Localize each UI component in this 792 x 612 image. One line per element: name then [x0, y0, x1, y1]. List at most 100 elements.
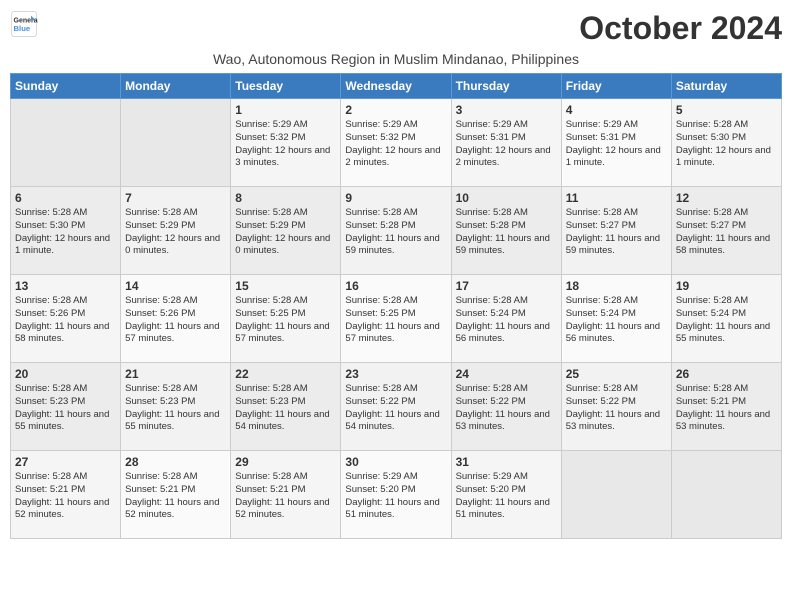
calendar-cell: 11Sunrise: 5:28 AM Sunset: 5:27 PM Dayli…	[561, 187, 671, 275]
day-number: 9	[345, 191, 446, 205]
day-number: 31	[456, 455, 557, 469]
day-number: 25	[566, 367, 667, 381]
weekday-header-sunday: Sunday	[11, 74, 121, 99]
day-info: Sunrise: 5:28 AM Sunset: 5:29 PM Dayligh…	[235, 207, 336, 258]
day-info: Sunrise: 5:29 AM Sunset: 5:20 PM Dayligh…	[345, 471, 446, 522]
calendar-cell: 19Sunrise: 5:28 AM Sunset: 5:24 PM Dayli…	[671, 275, 781, 363]
calendar-cell: 3 Sunrise: 5:29 AM Sunset: 5:31 PM Daylig…	[451, 99, 561, 187]
day-number: 13	[15, 279, 116, 293]
calendar-cell: 10Sunrise: 5:28 AM Sunset: 5:28 PM Dayli…	[451, 187, 561, 275]
calendar-week-4: 20 Sunrise: 5:28 AM Sunset: 5:23 PM Dayli…	[11, 363, 782, 451]
calendar-cell: 28 Sunrise: 5:28 AM Sunset: 5:21 PM Dayli…	[121, 451, 231, 539]
weekday-header-saturday: Saturday	[671, 74, 781, 99]
day-number: 7	[125, 191, 226, 205]
day-info: Sunrise: 5:29 AM Sunset: 5:31 PM Dayligh…	[566, 119, 667, 170]
day-number: 26	[676, 367, 777, 381]
day-number: 22	[235, 367, 336, 381]
calendar-cell: 6Sunrise: 5:28 AM Sunset: 5:30 PM Daylig…	[11, 187, 121, 275]
calendar-cell: 31 Sunrise: 5:29 AM Sunset: 5:20 PM Dayli…	[451, 451, 561, 539]
day-number: 5	[676, 103, 777, 117]
calendar-cell: 26 Sunrise: 5:28 AM Sunset: 5:21 PM Dayli…	[671, 363, 781, 451]
calendar-cell: 7 Sunrise: 5:28 AM Sunset: 5:29 PM Daylig…	[121, 187, 231, 275]
calendar-cell: 25 Sunrise: 5:28 AM Sunset: 5:22 PM Dayli…	[561, 363, 671, 451]
weekday-header-row: SundayMondayTuesdayWednesdayThursdayFrid…	[11, 74, 782, 99]
day-number: 14	[125, 279, 226, 293]
day-number: 10	[456, 191, 557, 205]
day-info: Sunrise: 5:28 AM Sunset: 5:29 PM Dayligh…	[125, 207, 226, 258]
day-info: Sunrise: 5:28 AM Sunset: 5:21 PM Dayligh…	[15, 471, 116, 522]
calendar-cell: 21Sunrise: 5:28 AM Sunset: 5:23 PM Dayli…	[121, 363, 231, 451]
calendar-table: SundayMondayTuesdayWednesdayThursdayFrid…	[10, 73, 782, 539]
calendar-cell: 24Sunrise: 5:28 AM Sunset: 5:22 PM Dayli…	[451, 363, 561, 451]
calendar-week-3: 13 Sunrise: 5:28 AM Sunset: 5:26 PM Dayli…	[11, 275, 782, 363]
weekday-header-monday: Monday	[121, 74, 231, 99]
day-number: 28	[125, 455, 226, 469]
calendar-cell: 23 Sunrise: 5:28 AM Sunset: 5:22 PM Dayli…	[341, 363, 451, 451]
calendar-cell: 9 Sunrise: 5:28 AM Sunset: 5:28 PM Daylig…	[341, 187, 451, 275]
day-number: 20	[15, 367, 116, 381]
day-number: 15	[235, 279, 336, 293]
day-info: Sunrise: 5:28 AM Sunset: 5:23 PM Dayligh…	[235, 383, 336, 434]
day-number: 6	[15, 191, 116, 205]
calendar-cell: 20 Sunrise: 5:28 AM Sunset: 5:23 PM Dayli…	[11, 363, 121, 451]
calendar-cell	[671, 451, 781, 539]
svg-text:Blue: Blue	[14, 24, 31, 33]
calendar-cell	[11, 99, 121, 187]
month-title: October 2024	[579, 10, 782, 47]
day-number: 24	[456, 367, 557, 381]
day-number: 17	[456, 279, 557, 293]
weekday-header-thursday: Thursday	[451, 74, 561, 99]
day-info: Sunrise: 5:28 AM Sunset: 5:21 PM Dayligh…	[676, 383, 777, 434]
day-info: Sunrise: 5:28 AM Sunset: 5:21 PM Dayligh…	[125, 471, 226, 522]
calendar-cell: 30 Sunrise: 5:29 AM Sunset: 5:20 PM Dayli…	[341, 451, 451, 539]
day-info: Sunrise: 5:28 AM Sunset: 5:28 PM Dayligh…	[345, 207, 446, 258]
day-number: 12	[676, 191, 777, 205]
day-number: 3	[456, 103, 557, 117]
calendar-cell: 5 Sunrise: 5:28 AM Sunset: 5:30 PM Daylig…	[671, 99, 781, 187]
day-number: 16	[345, 279, 446, 293]
day-number: 8	[235, 191, 336, 205]
calendar-cell: 29 Sunrise: 5:28 AM Sunset: 5:21 PM Dayli…	[231, 451, 341, 539]
calendar-cell: 4Sunrise: 5:29 AM Sunset: 5:31 PM Daylig…	[561, 99, 671, 187]
day-number: 29	[235, 455, 336, 469]
day-number: 11	[566, 191, 667, 205]
day-info: Sunrise: 5:28 AM Sunset: 5:27 PM Dayligh…	[676, 207, 777, 258]
logo: General Blue	[10, 10, 42, 38]
day-number: 19	[676, 279, 777, 293]
day-number: 23	[345, 367, 446, 381]
calendar-cell: 15 Sunrise: 5:28 AM Sunset: 5:25 PM Dayli…	[231, 275, 341, 363]
calendar-cell: 1Sunrise: 5:29 AM Sunset: 5:32 PM Daylig…	[231, 99, 341, 187]
day-info: Sunrise: 5:28 AM Sunset: 5:22 PM Dayligh…	[566, 383, 667, 434]
day-number: 27	[15, 455, 116, 469]
calendar-cell	[561, 451, 671, 539]
day-number: 2	[345, 103, 446, 117]
calendar-subtitle: Wao, Autonomous Region in Muslim Mindana…	[10, 51, 782, 67]
day-info: Sunrise: 5:28 AM Sunset: 5:24 PM Dayligh…	[566, 295, 667, 346]
day-info: Sunrise: 5:28 AM Sunset: 5:23 PM Dayligh…	[15, 383, 116, 434]
calendar-week-5: 27 Sunrise: 5:28 AM Sunset: 5:21 PM Dayli…	[11, 451, 782, 539]
day-info: Sunrise: 5:28 AM Sunset: 5:22 PM Dayligh…	[345, 383, 446, 434]
day-info: Sunrise: 5:28 AM Sunset: 5:24 PM Dayligh…	[456, 295, 557, 346]
weekday-header-friday: Friday	[561, 74, 671, 99]
day-number: 30	[345, 455, 446, 469]
day-info: Sunrise: 5:28 AM Sunset: 5:25 PM Dayligh…	[345, 295, 446, 346]
day-info: Sunrise: 5:28 AM Sunset: 5:30 PM Dayligh…	[676, 119, 777, 170]
calendar-cell	[121, 99, 231, 187]
calendar-body: 1Sunrise: 5:29 AM Sunset: 5:32 PM Daylig…	[11, 99, 782, 539]
page-header: General Blue October 2024	[10, 10, 782, 47]
calendar-cell: 13 Sunrise: 5:28 AM Sunset: 5:26 PM Dayli…	[11, 275, 121, 363]
day-info: Sunrise: 5:28 AM Sunset: 5:25 PM Dayligh…	[235, 295, 336, 346]
weekday-header-wednesday: Wednesday	[341, 74, 451, 99]
calendar-cell: 8 Sunrise: 5:28 AM Sunset: 5:29 PM Daylig…	[231, 187, 341, 275]
day-info: Sunrise: 5:29 AM Sunset: 5:31 PM Dayligh…	[456, 119, 557, 170]
weekday-header-tuesday: Tuesday	[231, 74, 341, 99]
day-info: Sunrise: 5:28 AM Sunset: 5:21 PM Dayligh…	[235, 471, 336, 522]
calendar-cell: 18Sunrise: 5:28 AM Sunset: 5:24 PM Dayli…	[561, 275, 671, 363]
calendar-cell: 17 Sunrise: 5:28 AM Sunset: 5:24 PM Dayli…	[451, 275, 561, 363]
logo-icon: General Blue	[10, 10, 38, 38]
day-info: Sunrise: 5:28 AM Sunset: 5:26 PM Dayligh…	[15, 295, 116, 346]
day-info: Sunrise: 5:28 AM Sunset: 5:26 PM Dayligh…	[125, 295, 226, 346]
calendar-cell: 2Sunrise: 5:29 AM Sunset: 5:32 PM Daylig…	[341, 99, 451, 187]
day-info: Sunrise: 5:29 AM Sunset: 5:20 PM Dayligh…	[456, 471, 557, 522]
calendar-cell: 14 Sunrise: 5:28 AM Sunset: 5:26 PM Dayli…	[121, 275, 231, 363]
